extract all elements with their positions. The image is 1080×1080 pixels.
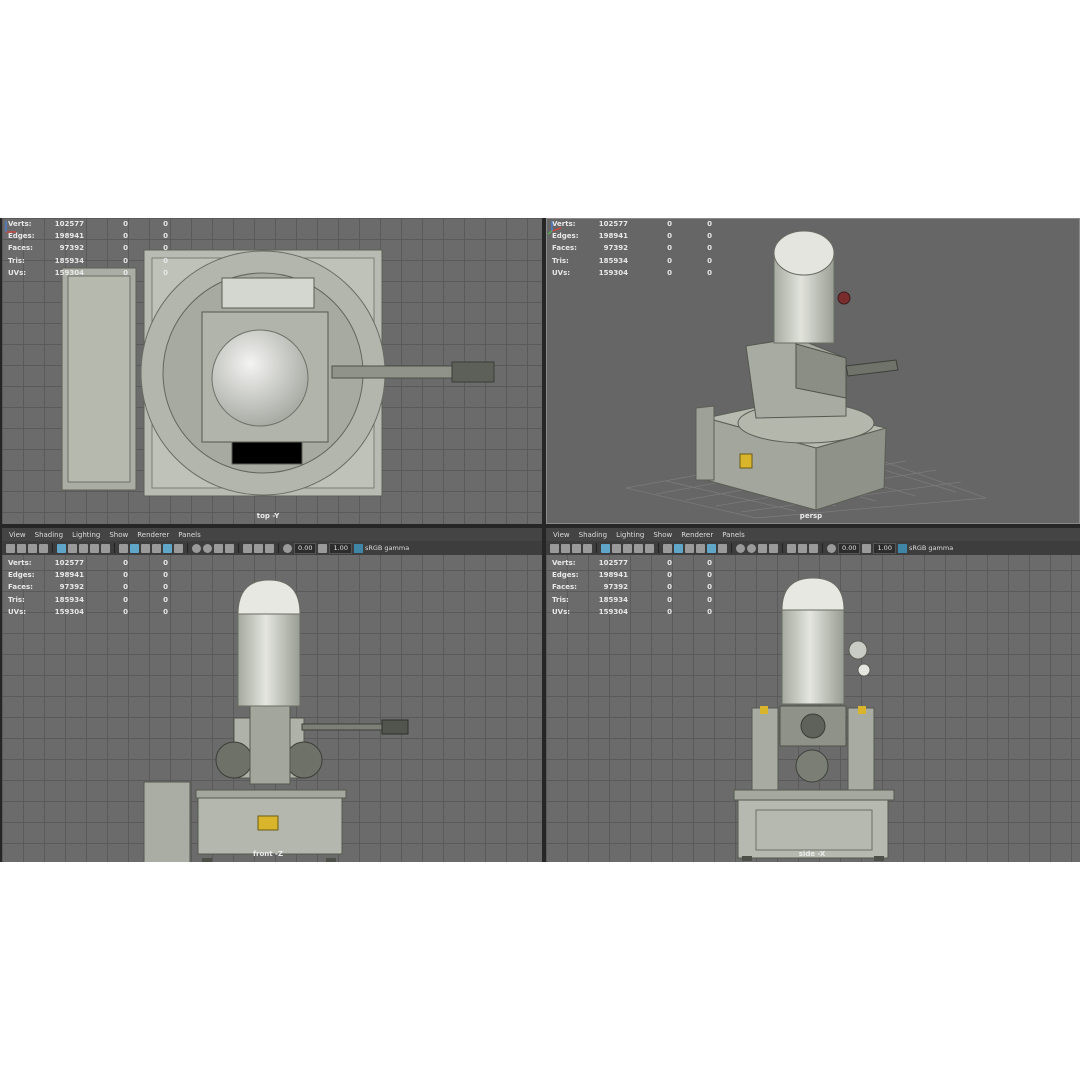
xray-icon[interactable] — [798, 543, 807, 553]
panel-toolbar: 0.00 1.00 sRGB gamma — [2, 541, 542, 555]
gamma-field[interactable]: 1.00 — [873, 542, 896, 554]
lock-camera-icon[interactable] — [17, 543, 26, 553]
viewport-label-persp: persp — [799, 512, 823, 520]
colorspace-label: sRGB gamma — [908, 544, 954, 552]
image-plane-icon[interactable] — [583, 543, 592, 553]
exposure-icon[interactable] — [827, 543, 836, 553]
depth-of-field-icon[interactable] — [769, 543, 778, 553]
panel-toolbar: 0.00 1.00 sRGB gamma — [546, 541, 1080, 555]
menu-show[interactable]: Show — [109, 531, 128, 539]
axis-gizmo-icon — [5, 221, 16, 233]
menu-panels[interactable]: Panels — [178, 531, 201, 539]
isolate-select-icon[interactable] — [787, 543, 796, 553]
xray-joints-icon[interactable] — [265, 543, 274, 553]
film-gate-icon[interactable] — [612, 543, 621, 553]
menu-shading[interactable]: Shading — [35, 531, 63, 539]
motion-blur-icon[interactable] — [747, 543, 756, 553]
viewport-top[interactable]: Verts: 102577 0 0 Edges: 198941 0 0 Faces: 9739… — [2, 218, 542, 524]
color-management-toggle[interactable]: sRGB gamma — [897, 543, 954, 553]
smooth-shade-icon[interactable] — [130, 543, 139, 553]
use-lights-icon[interactable] — [163, 543, 172, 553]
gamma-icon[interactable] — [318, 543, 328, 553]
camera-icon[interactable] — [550, 543, 559, 553]
textured-icon[interactable] — [696, 543, 705, 553]
menu-renderer[interactable]: Renderer — [681, 531, 713, 539]
xray-joints-icon[interactable] — [809, 543, 818, 553]
viewport-label-front: front -Z — [252, 850, 284, 858]
anti-aliasing-icon[interactable] — [758, 543, 767, 553]
viewport-label-top: top -Y — [256, 512, 280, 520]
menu-shading[interactable]: Shading — [579, 531, 607, 539]
wireframe-on-shaded-icon[interactable] — [685, 543, 694, 553]
viewport-persp[interactable]: Verts: 102577 0 0 Edges: 198941 0 0 Faces: 9739… — [546, 218, 1080, 524]
xray-icon[interactable] — [254, 543, 263, 553]
grid-icon[interactable] — [57, 543, 66, 553]
color-management-icon — [353, 543, 363, 553]
camera-icon[interactable] — [6, 543, 15, 553]
gamma-icon[interactable] — [862, 543, 872, 553]
viewport-label-side: side -X — [798, 850, 826, 858]
maya-four-view-layout: Verts: 102577 0 0 Edges: 198941 0 0 Faces: 9739… — [0, 218, 1080, 862]
ambient-occlusion-icon[interactable] — [736, 543, 745, 553]
menu-lighting[interactable]: Lighting — [72, 531, 100, 539]
field-chart-icon[interactable] — [645, 543, 654, 553]
exposure-field[interactable]: 0.00 — [294, 542, 317, 554]
resolution-gate-icon[interactable] — [623, 543, 632, 553]
bookmark-icon[interactable] — [28, 543, 37, 553]
panel-menu-bar: View Shading Lighting Show Renderer Pane… — [2, 528, 542, 541]
colorspace-label: sRGB gamma — [364, 544, 410, 552]
smooth-shade-icon[interactable] — [674, 543, 683, 553]
poly-count-hud: Verts: 102577 0 0 Edges: 198941 0 0 Faces: 9739… — [8, 220, 168, 277]
color-management-toggle[interactable]: sRGB gamma — [353, 543, 410, 553]
textured-icon[interactable] — [152, 543, 161, 553]
menu-view[interactable]: View — [553, 531, 570, 539]
gate-mask-icon[interactable] — [90, 543, 99, 553]
bookmark-icon[interactable] — [572, 543, 581, 553]
use-lights-icon[interactable] — [707, 543, 716, 553]
shadows-icon[interactable] — [174, 543, 183, 553]
resolution-gate-icon[interactable] — [79, 543, 88, 553]
menu-renderer[interactable]: Renderer — [137, 531, 169, 539]
menu-panels[interactable]: Panels — [722, 531, 745, 539]
viewport-side[interactable]: View Shading Lighting Show Renderer Pane… — [546, 528, 1080, 862]
axis-gizmo-icon — [547, 221, 562, 235]
field-chart-icon[interactable] — [101, 543, 110, 553]
gamma-field[interactable]: 1.00 — [329, 542, 352, 554]
grid-icon[interactable] — [601, 543, 610, 553]
color-management-icon — [897, 543, 907, 553]
film-gate-icon[interactable] — [68, 543, 77, 553]
exposure-icon[interactable] — [283, 543, 292, 553]
poly-count-hud: Verts: 102577 0 0 Edges: 198941 0 0 Faces: 9739… — [552, 220, 712, 277]
ambient-occlusion-icon[interactable] — [192, 543, 201, 553]
lock-camera-icon[interactable] — [561, 543, 570, 553]
menu-view[interactable]: View — [9, 531, 26, 539]
shadows-icon[interactable] — [718, 543, 727, 553]
motion-blur-icon[interactable] — [203, 543, 212, 553]
image-plane-icon[interactable] — [39, 543, 48, 553]
isolate-select-icon[interactable] — [243, 543, 252, 553]
exposure-field[interactable]: 0.00 — [838, 542, 861, 554]
viewport-front[interactable]: View Shading Lighting Show Renderer Pane… — [2, 528, 542, 862]
wireframe-on-shaded-icon[interactable] — [141, 543, 150, 553]
depth-of-field-icon[interactable] — [225, 543, 234, 553]
menu-show[interactable]: Show — [653, 531, 672, 539]
panel-menu-bar: View Shading Lighting Show Renderer Pane… — [546, 528, 1080, 541]
gate-mask-icon[interactable] — [634, 543, 643, 553]
menu-lighting[interactable]: Lighting — [616, 531, 644, 539]
poly-count-hud: Verts: 102577 0 0 Edges: 198941 0 0 Faces: 9739… — [552, 559, 712, 616]
poly-count-hud: Verts: 102577 0 0 Edges: 198941 0 0 Faces: 9739… — [8, 559, 168, 616]
wireframe-icon[interactable] — [119, 543, 128, 553]
wireframe-icon[interactable] — [663, 543, 672, 553]
anti-aliasing-icon[interactable] — [214, 543, 223, 553]
